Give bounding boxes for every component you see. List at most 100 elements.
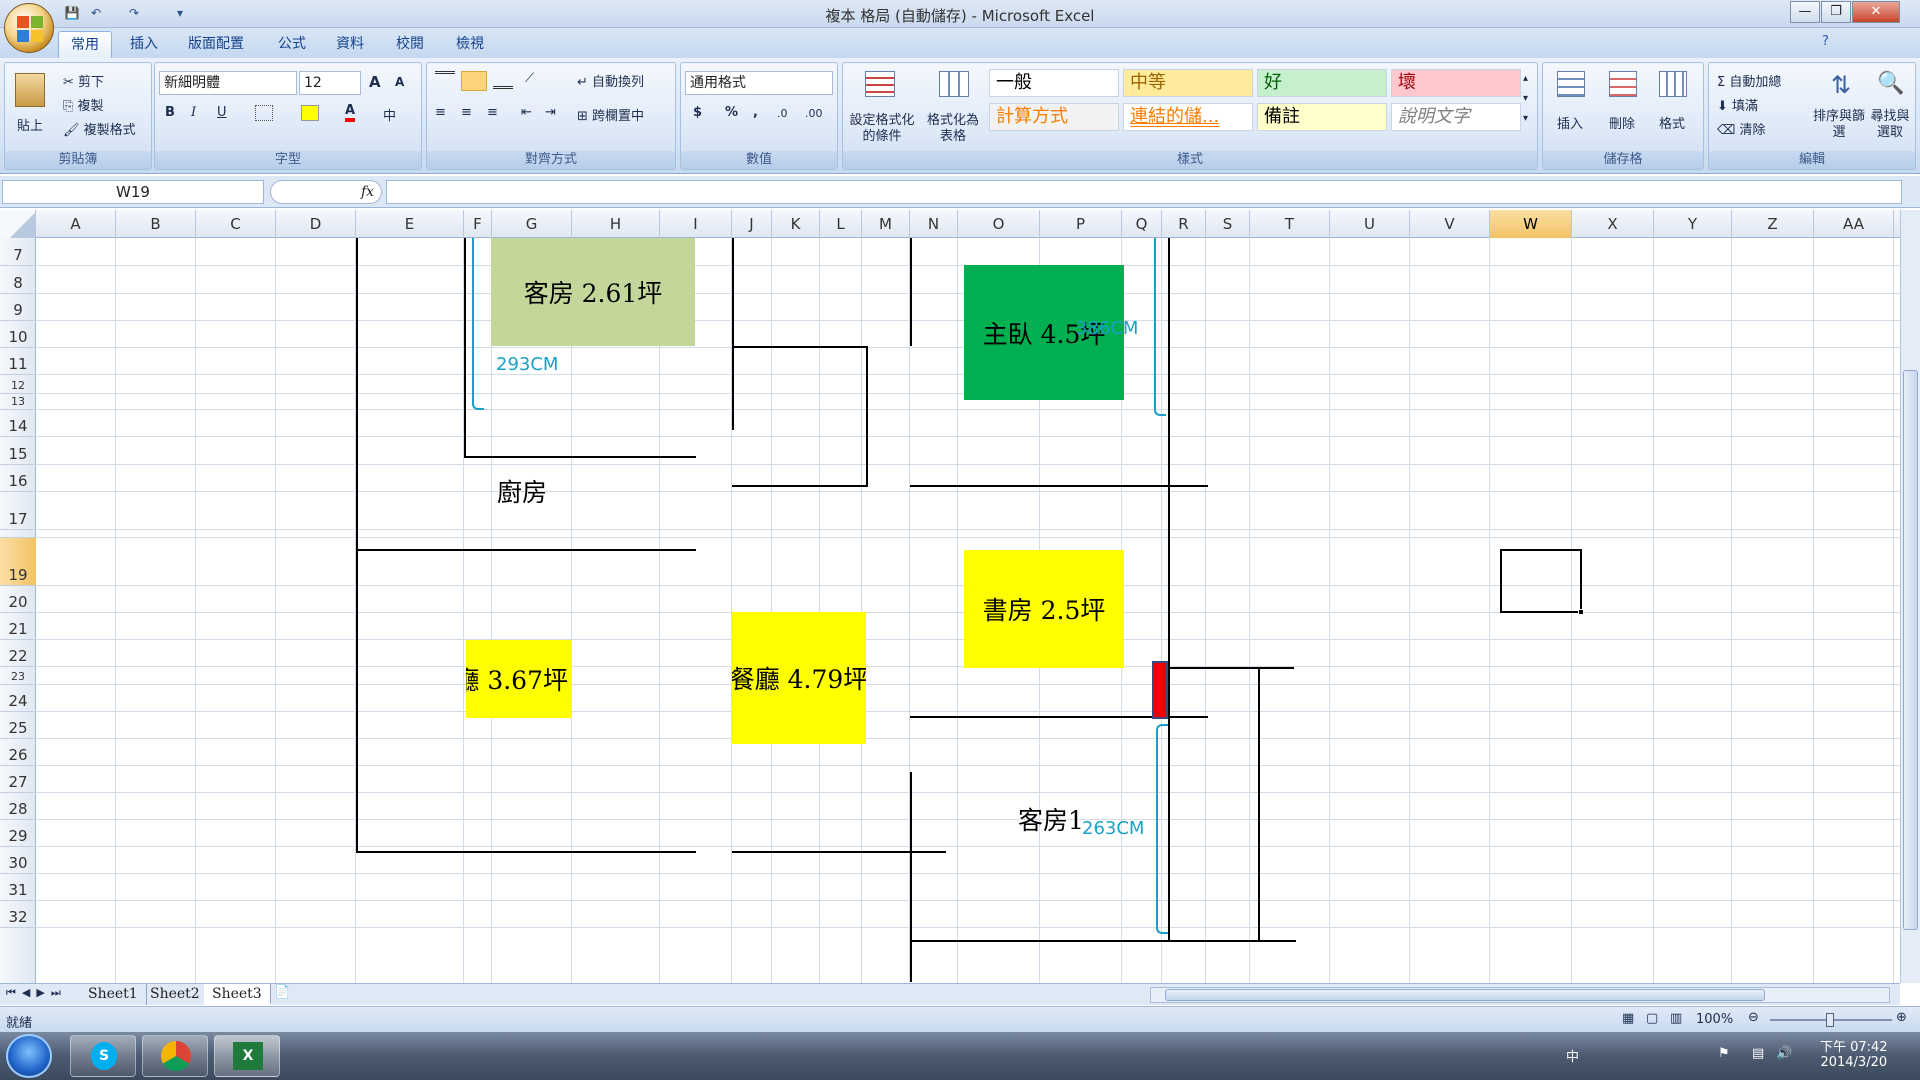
column-header-q[interactable]: Q xyxy=(1122,210,1162,238)
sheet-nav-arrows[interactable]: ⏮◀▶⏭ xyxy=(6,986,67,1000)
bold-button[interactable]: B xyxy=(165,105,175,120)
style-good[interactable]: 好 xyxy=(1257,69,1387,97)
sheet-tab-2[interactable]: Sheet2 xyxy=(142,984,209,1005)
column-header-i[interactable]: I xyxy=(660,210,732,238)
column-header-w[interactable]: W xyxy=(1490,210,1572,238)
wrap-text-button[interactable]: ↵ 自動換列 xyxy=(577,71,644,90)
page-break-view-icon[interactable]: ▥ xyxy=(1670,1011,1682,1026)
percent-button[interactable]: % xyxy=(725,105,738,120)
tab-formulas[interactable]: 公式 xyxy=(266,31,318,58)
redo-icon[interactable]: ↷ xyxy=(126,5,142,21)
column-header-s[interactable]: S xyxy=(1206,210,1250,238)
orientation-icon[interactable]: ⟋ xyxy=(525,71,534,86)
gallery-scroll-icon[interactable]: ▴ ▾ ▾ xyxy=(1523,69,1528,129)
worksheet-grid[interactable]: 客房 2.61坪 主臥 4.5坪 廚房 書房 2.5坪 客廳 3.67坪 餐廳 … xyxy=(36,238,1900,983)
tab-home[interactable]: 常用 xyxy=(58,31,112,58)
row-header-22[interactable]: 22 xyxy=(0,640,36,667)
restore-button[interactable]: ❐ xyxy=(1821,1,1851,23)
office-button[interactable] xyxy=(4,3,54,53)
row-header-26[interactable]: 26 xyxy=(0,739,36,766)
row-header-32[interactable]: 32 xyxy=(0,901,36,928)
underline-button[interactable]: U xyxy=(217,105,227,120)
border-icon[interactable] xyxy=(255,105,273,121)
column-header-a[interactable]: A xyxy=(36,210,116,238)
clock[interactable]: 下午 07:42 2014/3/20 xyxy=(1820,1036,1888,1070)
style-normal[interactable]: 一般 xyxy=(989,69,1119,97)
align-left-icon[interactable]: ≡ xyxy=(435,105,446,120)
volume-icon[interactable]: 🔊 xyxy=(1776,1046,1792,1061)
insert-function-button[interactable]: fx xyxy=(270,180,382,204)
tab-review[interactable]: 校閱 xyxy=(384,31,436,58)
help-icon[interactable]: ? xyxy=(1822,34,1829,49)
column-header-m[interactable]: M xyxy=(862,210,910,238)
align-top-icon[interactable] xyxy=(435,71,455,89)
column-header-o[interactable]: O xyxy=(958,210,1040,238)
copy-button[interactable]: ⎘ 複製 xyxy=(63,95,104,114)
row-header-27[interactable]: 27 xyxy=(0,766,36,793)
column-header-h[interactable]: H xyxy=(572,210,660,238)
network-icon[interactable]: ▤ xyxy=(1752,1046,1764,1061)
style-bad[interactable]: 壞 xyxy=(1391,69,1521,97)
column-header-p[interactable]: P xyxy=(1040,210,1122,238)
column-header-u[interactable]: U xyxy=(1330,210,1410,238)
flag-icon[interactable]: ⚑ xyxy=(1718,1046,1730,1061)
format-as-table-button[interactable]: 格式化為表格 xyxy=(925,113,981,145)
row-header-20[interactable]: 20 xyxy=(0,586,36,613)
style-calculation[interactable]: 計算方式 xyxy=(989,103,1119,131)
name-box[interactable]: W19 xyxy=(2,180,264,204)
sort-filter-button[interactable]: 排序與篩選 xyxy=(1813,109,1865,141)
row-header-28[interactable]: 28 xyxy=(0,793,36,820)
row-header-18[interactable] xyxy=(0,530,36,538)
fill-button[interactable]: ⬇ 填滿 xyxy=(1717,95,1758,114)
row-header-19[interactable]: 19 xyxy=(0,538,36,586)
zoom-in-icon[interactable]: ⊕ xyxy=(1896,1010,1907,1025)
style-explanatory[interactable]: 說明文字 xyxy=(1391,103,1521,131)
align-middle-icon[interactable] xyxy=(461,71,487,91)
row-header-24[interactable]: 24 xyxy=(0,685,36,712)
column-header-r[interactable]: R xyxy=(1162,210,1206,238)
active-cell[interactable] xyxy=(1500,549,1584,615)
style-note[interactable]: 備註 xyxy=(1257,103,1387,131)
merge-center-button[interactable]: ⊞ 跨欄置中 xyxy=(577,105,644,124)
format-cells-button[interactable]: 格式 xyxy=(1659,113,1685,132)
column-header-t[interactable]: T xyxy=(1250,210,1330,238)
page-layout-view-icon[interactable]: ▢ xyxy=(1646,1011,1658,1026)
row-header-16[interactable]: 16 xyxy=(0,465,36,492)
row-header-7[interactable]: 7 xyxy=(0,238,36,266)
row-header-13[interactable]: 13 xyxy=(0,394,36,410)
clear-button[interactable]: ⌫ 清除 xyxy=(1717,119,1766,138)
fill-color-icon[interactable] xyxy=(301,105,319,121)
column-header-y[interactable]: Y xyxy=(1654,210,1732,238)
phonetic-icon[interactable]: 中 xyxy=(383,105,396,124)
decrease-indent-icon[interactable]: ⇤ xyxy=(521,105,532,120)
row-header-11[interactable]: 11 xyxy=(0,348,36,375)
row-header-12[interactable]: 12 xyxy=(0,375,36,394)
find-select-button[interactable]: 尋找與選取 xyxy=(1865,109,1915,141)
column-header-z[interactable]: Z xyxy=(1732,210,1814,238)
font-color-button[interactable]: A xyxy=(345,103,356,122)
cut-button[interactable]: ✂ 剪下 xyxy=(63,71,104,90)
align-bottom-icon[interactable] xyxy=(493,71,513,89)
taskbar-excel[interactable]: X xyxy=(214,1035,280,1077)
style-linked-cell[interactable]: 連結的儲... xyxy=(1123,103,1253,131)
column-header-e[interactable]: E xyxy=(356,210,464,238)
column-header-b[interactable]: B xyxy=(116,210,196,238)
row-header-23[interactable]: 23 xyxy=(0,667,36,685)
row-header-30[interactable]: 30 xyxy=(0,847,36,874)
undo-icon[interactable]: ↶ xyxy=(88,5,104,21)
column-header-g[interactable]: G xyxy=(492,210,572,238)
style-neutral[interactable]: 中等 xyxy=(1123,69,1253,97)
taskbar-chrome[interactable] xyxy=(142,1035,208,1077)
tab-insert[interactable]: 插入 xyxy=(118,31,170,58)
paste-button[interactable]: 貼上 xyxy=(17,115,43,134)
currency-button[interactable]: $ xyxy=(693,105,702,120)
grow-font-button[interactable]: A xyxy=(369,73,381,91)
save-icon[interactable]: 💾 xyxy=(64,5,80,21)
vertical-scroll-thumb[interactable] xyxy=(1903,370,1918,930)
font-size-select[interactable]: 12 xyxy=(299,71,361,95)
italic-button[interactable]: I xyxy=(191,105,196,120)
conditional-format-button[interactable]: 設定格式化的條件 xyxy=(847,113,917,145)
qat-dropdown-icon[interactable]: ▾ xyxy=(172,5,188,21)
decrease-decimal-button[interactable]: .00 xyxy=(805,107,823,120)
sheet-tab-1[interactable]: Sheet1 xyxy=(80,984,147,1005)
